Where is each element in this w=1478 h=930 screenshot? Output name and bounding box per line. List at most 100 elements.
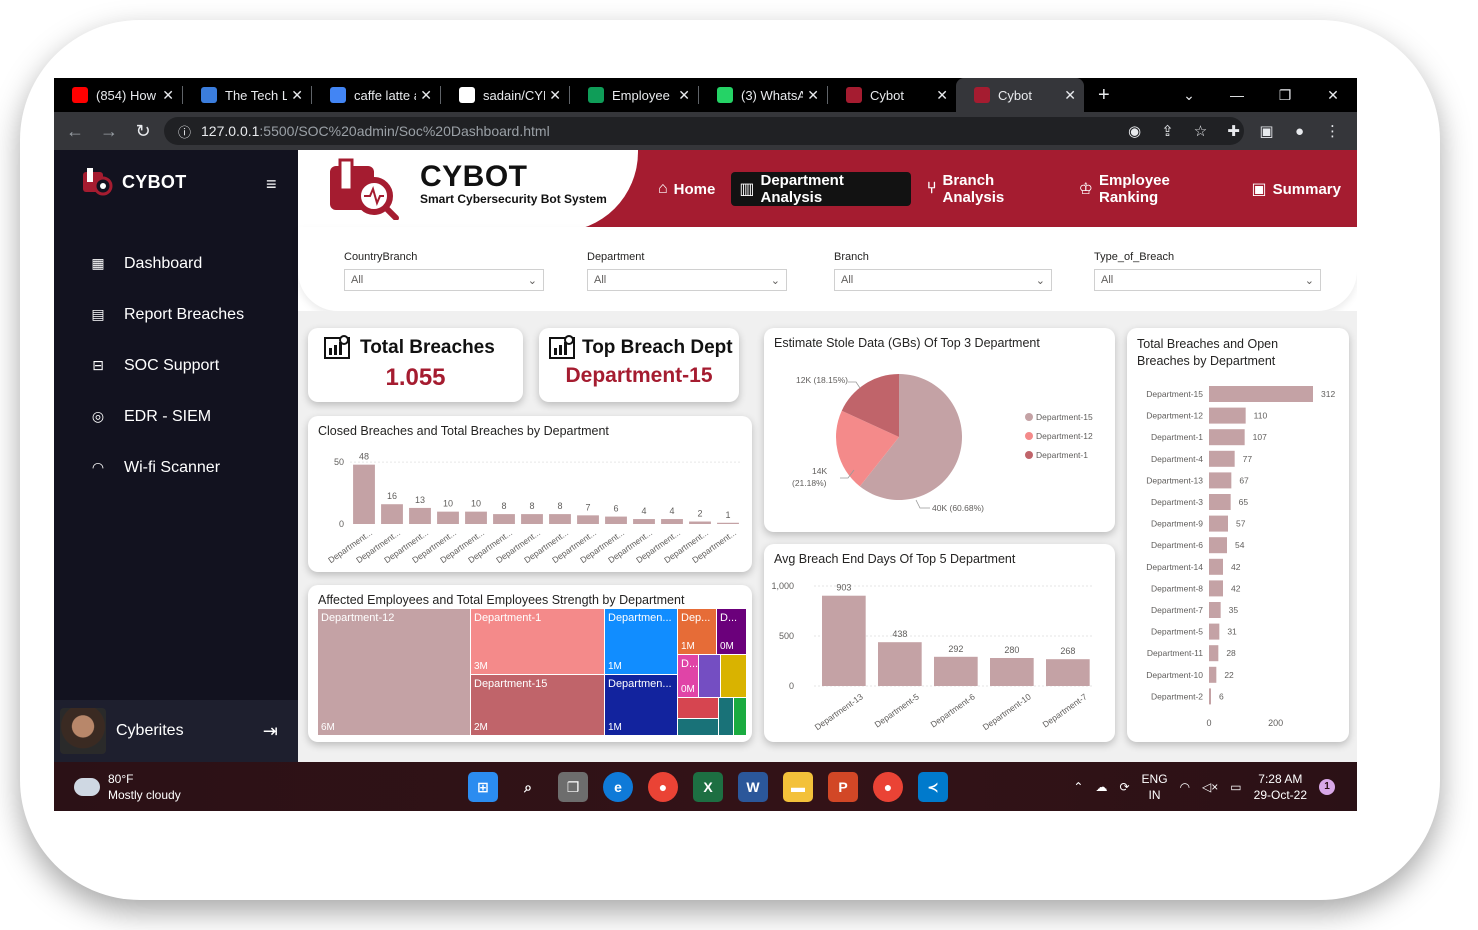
browser-tab[interactable]: sadain/CYE ✕: [441, 78, 569, 112]
department-select[interactable]: All ⌄: [587, 269, 787, 291]
tab-title: Cybot: [870, 87, 904, 103]
nav-summary[interactable]: ▣ Summary: [1244, 172, 1350, 206]
sidebar-brand[interactable]: CYBOT: [82, 166, 187, 198]
treemap-tile[interactable]: [678, 719, 718, 735]
nav-branch-analysis[interactable]: ⑂ Branch Analysis: [919, 172, 1063, 206]
hamburger-menu-icon[interactable]: ≡: [266, 174, 277, 195]
branch-select[interactable]: All ⌄: [834, 269, 1052, 291]
browser-tab[interactable]: The Tech La✕: [183, 78, 311, 112]
sidebar-item-soc-support[interactable]: ⊟ SOC Support: [90, 340, 244, 391]
chart-stole-data: Estimate Stole Data (GBs) Of Top 3 Depar…: [764, 328, 1115, 532]
close-tab-icon[interactable]: ✕: [807, 87, 819, 104]
treemap-tile[interactable]: [719, 698, 733, 735]
vscode-icon[interactable]: ≺: [918, 772, 948, 802]
treemap-tile[interactable]: [699, 655, 720, 697]
browser-tab[interactable]: caffe latte a ✕: [312, 78, 440, 112]
close-tab-icon[interactable]: ✕: [420, 87, 432, 104]
clock[interactable]: 7:28 AM 29-Oct-22: [1254, 771, 1307, 803]
closed-breaches-svg: 05048Department...16Department...13Depar…: [326, 452, 742, 565]
treemap-tile[interactable]: D... 0M: [717, 609, 746, 654]
weather-widget[interactable]: 80°F Mostly cloudy: [74, 771, 181, 803]
profile-avatar-icon[interactable]: ●: [1283, 123, 1316, 140]
legend-label: Department-15: [1036, 412, 1093, 422]
tile-name: Department-12: [321, 612, 395, 624]
onedrive-icon[interactable]: ☁: [1095, 780, 1107, 794]
close-tab-icon[interactable]: ✕: [291, 87, 303, 104]
treemap-tile[interactable]: [678, 698, 718, 718]
close-tab-icon[interactable]: ✕: [1064, 87, 1076, 104]
treemap-tile[interactable]: [721, 655, 746, 697]
sidebar-item-dashboard[interactable]: ▦ Dashboard: [90, 238, 244, 289]
search-icon[interactable]: ⌕: [513, 772, 543, 802]
sidebar-item-report-breaches[interactable]: ▤ Report Breaches: [90, 289, 244, 340]
notification-badge[interactable]: 1: [1319, 778, 1335, 795]
sidebar-item-wifi-scanner[interactable]: ◠ Wi-fi Scanner: [90, 442, 244, 493]
close-window-icon[interactable]: ✕: [1309, 87, 1357, 104]
browser-tab[interactable]: (3) WhatsA ✕: [699, 78, 827, 112]
battery-icon[interactable]: ▭: [1230, 780, 1241, 794]
nav-home[interactable]: ⌂ Home: [650, 172, 723, 206]
browser-tab[interactable]: Cybot ✕: [956, 78, 1084, 112]
powerpoint-icon[interactable]: P: [828, 772, 858, 802]
volume-muted-icon[interactable]: ◁×: [1202, 780, 1218, 794]
share-icon[interactable]: ⇪: [1151, 122, 1184, 140]
treemap-tile[interactable]: Departmen... 1M: [605, 675, 677, 735]
branch-icon: ⑂: [926, 180, 937, 197]
reload-icon[interactable]: ↻: [126, 121, 160, 142]
new-tab-icon[interactable]: +: [1098, 84, 1110, 107]
close-tab-icon[interactable]: ✕: [678, 87, 690, 104]
close-tab-icon[interactable]: ✕: [162, 87, 174, 104]
minimize-icon[interactable]: —: [1213, 87, 1261, 103]
bookmark-star-icon[interactable]: ☆: [1184, 122, 1217, 140]
avatar[interactable]: [60, 708, 106, 754]
wifi-icon[interactable]: ◠: [1180, 780, 1190, 794]
url-input[interactable]: ⓘ 127.0.0.1:5500/SOC%20admin/Soc%20Dashb…: [164, 117, 1244, 145]
treemap-tile[interactable]: D... 0M: [678, 655, 698, 697]
data-label: 2: [697, 509, 702, 519]
browser-tab[interactable]: Employee S✕: [570, 78, 698, 112]
type-of-breach-select[interactable]: All ⌄: [1094, 269, 1321, 291]
close-tab-icon[interactable]: ✕: [549, 87, 561, 104]
avg-days-svg: 0 500 1,000 903 Department-13 438 Department-5…: [771, 581, 1094, 732]
site-info-icon[interactable]: ⓘ: [178, 122, 191, 141]
restore-icon[interactable]: ❐: [1261, 87, 1309, 104]
treemap-tile[interactable]: Departmen... 1M: [605, 609, 677, 674]
chevron-up-icon[interactable]: ⌃: [1073, 780, 1083, 794]
forward-icon[interactable]: →: [92, 121, 126, 142]
excel-icon[interactable]: X: [693, 772, 723, 802]
windows-start-icon[interactable]: ⊞: [468, 772, 498, 802]
treemap-tile[interactable]: Department-1 3M: [471, 609, 604, 674]
back-icon[interactable]: ←: [58, 121, 92, 142]
edge-icon[interactable]: e: [603, 772, 633, 802]
sync-icon[interactable]: ⟳: [1119, 780, 1129, 794]
tile-name: Department-15: [474, 678, 548, 690]
nav-employee-ranking[interactable]: ♔ Employee Ranking: [1071, 172, 1236, 206]
close-tab-icon[interactable]: ✕: [936, 87, 948, 104]
y-tick-label: Department-2: [1151, 691, 1203, 701]
bar: [1209, 450, 1235, 467]
sidebar-item-edr-siem[interactable]: ◎ EDR - SIEM: [90, 391, 244, 442]
language-indicator[interactable]: ENG IN: [1142, 771, 1168, 803]
chrome-icon[interactable]: ●: [648, 772, 678, 802]
filter-bar: CountryBranch All ⌄ Department All ⌄ Bra…: [298, 227, 1357, 311]
logout-icon[interactable]: ⇥: [263, 721, 278, 742]
eye-off-icon[interactable]: ◉: [1118, 122, 1151, 140]
task-view-icon[interactable]: ❐: [558, 772, 588, 802]
tab-search-icon[interactable]: ⌄: [1165, 87, 1213, 104]
sidepanel-icon[interactable]: ▣: [1250, 122, 1283, 140]
menu-kebab-icon[interactable]: ⋮: [1316, 122, 1349, 140]
treemap-tile[interactable]: Department-15 2M: [471, 675, 604, 735]
word-icon[interactable]: W: [738, 772, 768, 802]
treemap-tile[interactable]: Department-12 6M: [318, 609, 470, 735]
browser-tab[interactable]: Cybot ✕: [828, 78, 956, 112]
country-branch-select[interactable]: All ⌄: [344, 269, 544, 291]
treemap-tile[interactable]: [734, 698, 746, 735]
extensions-icon[interactable]: ✚: [1217, 122, 1250, 140]
file-explorer-icon[interactable]: ▬: [783, 772, 813, 802]
browser-tab[interactable]: (854) How t ✕: [54, 78, 182, 112]
nav-department-analysis[interactable]: ▥ Department Analysis: [731, 172, 911, 206]
treemap-tile[interactable]: Dep... 1M: [678, 609, 716, 654]
filter-label: Type_of_Breach: [1094, 251, 1175, 263]
data-label: 6: [613, 504, 618, 514]
chrome-profile-icon[interactable]: ●: [873, 772, 903, 802]
